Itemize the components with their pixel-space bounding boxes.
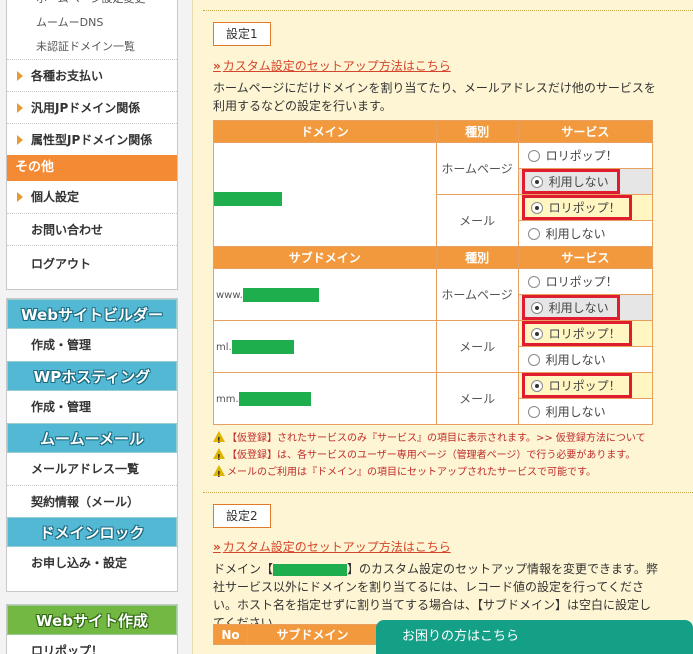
arrow-right-icon — [17, 135, 23, 145]
sidebar-link-homepage-settings[interactable]: ホームページ設定変更 — [7, 0, 177, 11]
col-header-service: サービス — [517, 246, 654, 269]
subdomain-cell: mm. — [213, 372, 437, 425]
notes: 【仮登録】されたサービスのみ『サービス』の項目に表示されます。>> 仮登録方法に… — [213, 430, 646, 483]
note-line: 【仮登録】は、各サービスのユーザー専用ページ（管理者ページ）で行う必要があります… — [213, 447, 646, 466]
radio-button-selected[interactable] — [530, 327, 543, 340]
main-content: 設定1 » カスタム設定のセットアップ方法はこちら ホームページにだけドメインを割… — [192, 0, 693, 654]
sidebar-heading-muumuu-mail: ムームーメール — [7, 423, 177, 453]
subdomain-cell: ml. — [213, 320, 437, 373]
col-header-type: 種別 — [435, 120, 519, 143]
col-header-type: 種別 — [435, 246, 519, 269]
radio-button-selected[interactable] — [530, 201, 543, 214]
sidebar-item-logout[interactable]: ログアウト — [7, 245, 177, 281]
sidebar-link-unverified-domains[interactable]: 未認証ドメイン一覧 — [7, 35, 177, 59]
arrow-right-icon — [17, 103, 23, 113]
domain-service-table: ドメイン 種別 サービス ホームページ ロリポップ！ 利用しない メール ロリポ… — [213, 120, 654, 425]
radio-option[interactable]: ロリポップ！ — [517, 194, 654, 221]
sidebar-site-create-box: Webサイト作成 ロリポップ！ — [6, 604, 178, 654]
type-cell: ホームページ — [435, 142, 519, 195]
highlight-box: ロリポップ！ — [521, 373, 632, 398]
sidebar-item-general-jp[interactable]: 汎用JPドメイン関係 — [7, 91, 177, 123]
setting1-description: ホームページにだけドメインを割り当てたり、メールアドレスだけ他のサービスを利用す… — [213, 81, 656, 113]
highlight-box: 利用しない — [521, 169, 620, 194]
sidebar-item-payments[interactable]: 各種お支払い — [7, 59, 177, 91]
subdomain-cell: www. — [213, 268, 437, 321]
setting2-tab: 設定2 — [213, 504, 271, 528]
col-header-subdomain: サブドメイン — [213, 246, 437, 269]
warning-icon — [213, 431, 225, 449]
sidebar-heading-wp-hosting: WPホスティング — [7, 361, 177, 391]
radio-option[interactable]: ロリポップ！ — [517, 142, 654, 169]
highlight-box: ロリポップ！ — [521, 321, 632, 346]
setting1-tab: 設定1 — [213, 22, 271, 46]
col-header-service: サービス — [517, 120, 654, 143]
sidebar-heading-site-builder: Webサイトビルダー — [7, 299, 177, 329]
col-header-no: No — [213, 624, 248, 645]
redacted-domain — [242, 287, 319, 302]
radio-option[interactable]: 利用しない — [517, 398, 654, 425]
redacted-domain — [238, 391, 311, 406]
radio-button[interactable] — [527, 227, 540, 240]
sidebar-item-attribute-jp[interactable]: 属性型JPドメイン関係 — [7, 123, 177, 155]
redacted-domain — [273, 563, 348, 576]
setting2-table: No サブドメイン — [213, 624, 378, 645]
radio-option[interactable]: ロリポップ！ — [517, 320, 654, 347]
divider — [203, 10, 693, 11]
radio-button-selected[interactable] — [530, 379, 543, 392]
sidebar-item-personal-settings[interactable]: 個人設定 — [7, 181, 177, 213]
sidebar-item-site-builder-manage[interactable]: 作成・管理 — [7, 329, 177, 361]
col-header-subdomain: サブドメイン — [247, 624, 378, 645]
sidebar-services-box: Webサイトビルダー 作成・管理 WPホスティング 作成・管理 ムームーメール … — [6, 298, 178, 592]
radio-option[interactable]: ロリポップ！ — [517, 372, 654, 399]
type-cell: メール — [435, 320, 519, 373]
note-line: 【仮登録】されたサービスのみ『サービス』の項目に表示されます。>> 仮登録方法に… — [213, 430, 646, 449]
redacted-domain — [231, 339, 294, 354]
type-cell: ホームページ — [435, 268, 519, 321]
sidebar-heading-other: その他 — [7, 155, 177, 181]
highlight-box: 利用しない — [521, 295, 620, 320]
setting2-setup-link[interactable]: » カスタム設定のセットアップ方法はこちら — [213, 538, 451, 555]
sidebar-item-contact[interactable]: お問い合わせ — [7, 213, 177, 245]
double-chevron-icon: » — [213, 59, 221, 73]
domain-cell — [213, 142, 437, 247]
type-cell: メール — [435, 194, 519, 247]
sidebar-item-domain-lock-apply[interactable]: お申し込み・設定 — [7, 547, 177, 579]
type-cell: メール — [435, 372, 519, 425]
arrow-right-icon — [17, 71, 23, 81]
radio-button[interactable] — [527, 149, 540, 162]
radio-option[interactable]: ロリポップ！ — [517, 268, 654, 295]
radio-button[interactable] — [527, 405, 540, 418]
redacted-domain — [214, 191, 282, 206]
warning-icon — [213, 448, 225, 466]
sidebar-heading-domain-lock: ドメインロック — [7, 517, 177, 547]
radio-button[interactable] — [527, 353, 540, 366]
double-chevron-icon: » — [213, 540, 221, 554]
radio-option[interactable]: 利用しない — [517, 168, 654, 195]
radio-button-selected[interactable] — [530, 175, 543, 188]
setting1-setup-link[interactable]: » カスタム設定のセットアップ方法はこちら — [213, 57, 451, 74]
sidebar-item-wp-manage[interactable]: 作成・管理 — [7, 391, 177, 423]
arrow-right-icon — [17, 192, 23, 202]
sidebar-heading-site-create: Webサイト作成 — [7, 605, 177, 635]
divider — [203, 492, 693, 493]
sidebar-link-muumuu-dns[interactable]: ムームーDNS — [7, 11, 177, 35]
note-line: メールのご利用は『ドメイン』の項目にセットアップされたサービスで可能です。 — [213, 464, 646, 483]
sidebar: ホームページ設定変更 ムームーDNS 未認証ドメイン一覧 各種お支払い 汎用JP… — [0, 0, 186, 654]
sidebar-menu-box: ホームページ設定変更 ムームーDNS 未認証ドメイン一覧 各種お支払い 汎用JP… — [6, 0, 178, 290]
radio-option[interactable]: 利用しない — [517, 294, 654, 321]
radio-button[interactable] — [527, 275, 540, 288]
warning-icon — [213, 465, 225, 483]
radio-button-selected[interactable] — [530, 301, 543, 314]
col-header-domain: ドメイン — [213, 120, 437, 143]
highlight-box: ロリポップ！ — [521, 195, 632, 220]
sidebar-item-mail-contract[interactable]: 契約情報（メール） — [7, 485, 177, 517]
radio-option[interactable]: 利用しない — [517, 346, 654, 373]
help-button[interactable]: お困りの方はこちら — [376, 620, 693, 654]
sidebar-item-lolipop[interactable]: ロリポップ！ — [7, 635, 177, 654]
radio-option[interactable]: 利用しない — [517, 220, 654, 247]
sidebar-item-mail-address-list[interactable]: メールアドレス一覧 — [7, 453, 177, 485]
